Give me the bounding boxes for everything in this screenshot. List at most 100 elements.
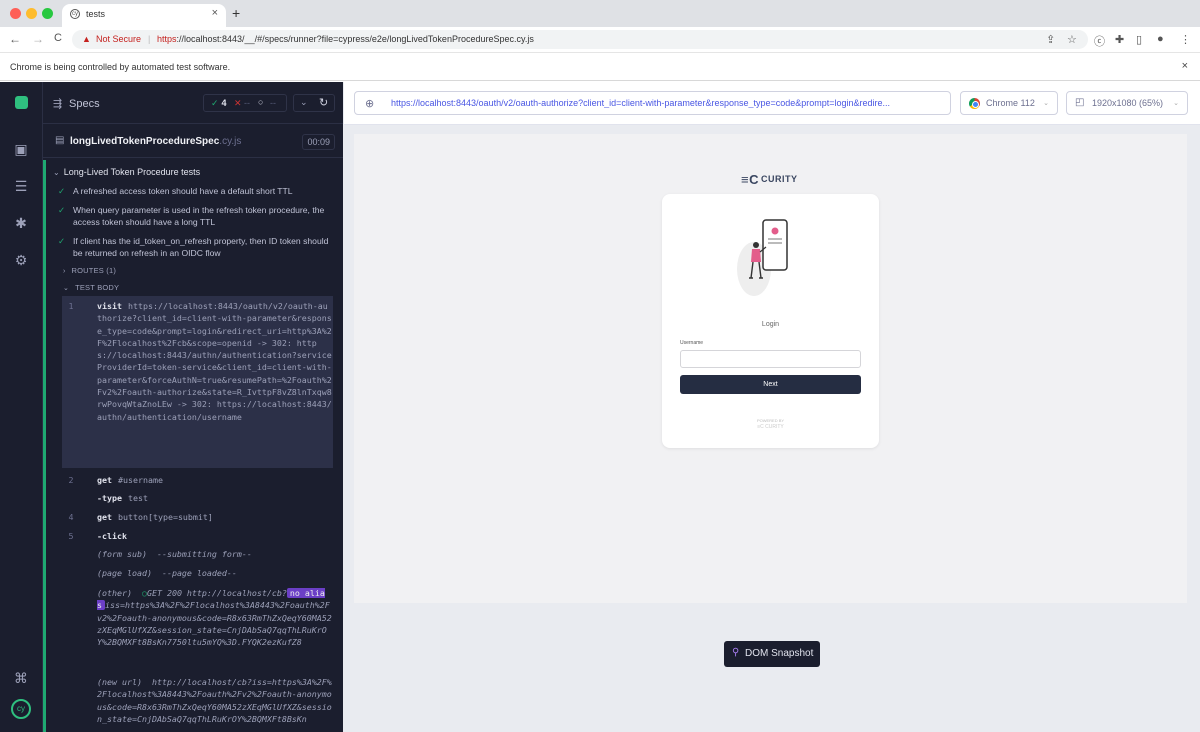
browser-selector[interactable]: Chrome 112 ⌄ xyxy=(960,91,1058,115)
cypress-project-icon[interactable] xyxy=(12,94,30,112)
phone-illustration-icon xyxy=(737,219,788,296)
dom-snapshot-label: DOM Snapshot xyxy=(745,648,814,659)
url-rest: ://localhost:8443/__/#/specs/runner?file… xyxy=(176,34,534,44)
side-panel-icon[interactable]: ▯ xyxy=(1136,33,1142,46)
separator: | xyxy=(148,34,151,44)
new-tab-button[interactable]: + xyxy=(232,5,240,21)
maximize-window-button[interactable] xyxy=(42,8,53,19)
pending-icon: ○ xyxy=(258,97,264,107)
command-arg: https://localhost:8443/oauth/v2/oauth-au… xyxy=(97,301,332,422)
failed-count: -- xyxy=(244,98,251,108)
command-row-visit[interactable]: 1 visit https://localhost:8443/oauth/v2/o… xyxy=(62,296,333,468)
test-item[interactable]: ✓ A refreshed access token should have a … xyxy=(58,185,343,197)
aut-url-bar[interactable]: ⊕ https://localhost:8443/oauth/v2/oauth-… xyxy=(354,91,951,115)
chevron-down-icon: ⌄ xyxy=(63,285,70,292)
routes-section-header[interactable]: › ROUTES (1) xyxy=(63,266,116,275)
command-number: 4 xyxy=(68,512,74,522)
rerun-icon[interactable]: ↻ xyxy=(319,96,328,109)
viewport-icon: ◰ xyxy=(1075,97,1085,108)
address-url[interactable]: https://localhost:8443/__/#/specs/runner… xyxy=(157,34,534,44)
infobar-text: Chrome is being controlled by automated … xyxy=(10,62,231,72)
test-item[interactable]: ✓ If client has the id_token_on_refresh p… xyxy=(58,235,331,259)
forward-icon[interactable]: → xyxy=(32,32,44,46)
check-icon: ✓ xyxy=(58,236,66,246)
reporter-header: ⇶ Specs ✓ 4 ✕ -- ○ -- ⌄ ↻ xyxy=(43,82,343,124)
event-text: --page loaded-- xyxy=(161,568,237,578)
event-text: --submitting form-- xyxy=(156,549,252,559)
specs-button[interactable]: Specs xyxy=(69,98,100,110)
aut-iframe: ≡C CURITY Login Username Next POWERED BY … xyxy=(354,134,1187,603)
test-item[interactable]: ✓ When query parameter is used in the ref… xyxy=(58,204,331,228)
security-label[interactable]: Not Secure xyxy=(96,34,141,44)
curity-logo: ≡C CURITY xyxy=(741,172,797,187)
minimize-window-button[interactable] xyxy=(26,8,37,19)
spec-basename: longLivedTokenProcedureSpec xyxy=(70,136,220,147)
browser-tab[interactable]: cy tests × xyxy=(62,4,226,27)
browser-toolbar: ← → C ▲ Not Secure | https://localhost:8… xyxy=(0,27,1200,52)
xhr-row[interactable]: (other) ○GET 200 http://localhost/cb? no … xyxy=(62,587,333,673)
command-number: 5 xyxy=(68,531,74,541)
profile-avatar-icon[interactable]: ● xyxy=(1157,33,1164,45)
curity-mark-icon: ≡C xyxy=(741,172,759,187)
infobar-close-icon[interactable]: × xyxy=(1182,60,1188,72)
kebab-menu-icon[interactable]: ⋮ xyxy=(1180,33,1191,46)
cypress-app: ▣ ☰ ✱ ⚙ ⌘ cy ⇶ Specs ✓ 4 ✕ -- ○ -- ⌄ ↻ ▤ … xyxy=(0,82,1200,732)
specs-nav-icon[interactable]: ▣ xyxy=(12,140,30,158)
debug-nav-icon[interactable]: ✱ xyxy=(12,214,30,232)
reload-icon[interactable]: C xyxy=(54,32,62,44)
login-title: Login xyxy=(761,321,780,328)
cypress-favicon-icon: cy xyxy=(70,9,80,19)
command-row-get[interactable]: 4 get button[type=submit] xyxy=(62,511,333,527)
cypress-extension-icon[interactable]: ⓒ xyxy=(1094,33,1105,49)
share-icon[interactable]: ⇪ xyxy=(1046,33,1055,46)
command-row-get[interactable]: 2 get #username xyxy=(62,474,333,490)
dom-snapshot-button[interactable]: ⚲ DOM Snapshot xyxy=(724,641,820,667)
file-icon: ▤ xyxy=(55,135,65,146)
pin-icon: ⚲ xyxy=(732,647,740,658)
xhr-text: GET 200 http://localhost/cb? xyxy=(146,588,287,598)
chrome-logo-icon xyxy=(969,98,980,109)
command-name: visit xyxy=(97,301,122,311)
bookmark-star-icon[interactable]: ☆ xyxy=(1067,33,1077,46)
address-bar[interactable]: ▲ Not Secure | https://localhost:8443/__… xyxy=(72,30,1088,49)
suite-title[interactable]: ⌄ Long-Lived Token Procedure tests xyxy=(53,167,200,177)
command-arg: button[type=submit] xyxy=(118,512,213,522)
suite-status-bar xyxy=(43,160,46,732)
powered-by-logo: ≡C CURITY xyxy=(662,424,879,430)
new-url-row[interactable]: (new url) http://localhost/cb?iss=https%… xyxy=(62,676,333,732)
chevron-right-icon: › xyxy=(63,268,66,275)
keyboard-shortcuts-icon[interactable]: ⌘ xyxy=(12,669,30,687)
reporter-controls: ⌄ ↻ xyxy=(293,94,335,112)
command-row-type[interactable]: -type test xyxy=(62,492,333,508)
test-body-section-header[interactable]: ⌄ TEST BODY xyxy=(63,283,119,292)
skipped-count: -- xyxy=(270,98,276,108)
event-row-form-sub[interactable]: (form sub) --submitting form-- xyxy=(62,548,333,564)
curity-brand: CURITY xyxy=(760,174,798,184)
viewport-selector[interactable]: ◰ 1920x1080 (65%) ⌄ xyxy=(1066,91,1188,115)
routes-label: ROUTES (1) xyxy=(71,266,117,275)
command-number: 2 xyxy=(68,475,74,485)
browser-name: Chrome 112 xyxy=(986,98,1035,108)
back-icon[interactable]: ← xyxy=(9,32,21,46)
next-button[interactable]: Next xyxy=(680,375,861,394)
event-label: (form sub) xyxy=(97,549,147,559)
tab-close-icon[interactable]: × xyxy=(212,7,218,19)
collapse-chevron-icon[interactable]: ⌄ xyxy=(300,97,308,108)
selector-playground-icon[interactable]: ⊕ xyxy=(365,97,374,110)
event-label: (page load) xyxy=(97,568,152,578)
runs-nav-icon[interactable]: ☰ xyxy=(12,177,30,195)
left-nav: ▣ ☰ ✱ ⚙ ⌘ cy xyxy=(0,82,43,732)
viewport-size: 1920x1080 (65%) xyxy=(1092,98,1164,108)
spec-duration: 00:09 xyxy=(302,134,335,150)
newurl-label: (new url) xyxy=(97,677,142,687)
username-input[interactable] xyxy=(680,350,861,368)
chevron-down-icon: ⌄ xyxy=(53,168,60,177)
close-window-button[interactable] xyxy=(10,8,21,19)
event-row-page-load[interactable]: (page load) --page loaded-- xyxy=(62,567,333,583)
settings-gear-icon[interactable]: ⚙ xyxy=(12,251,30,269)
extensions-puzzle-icon[interactable]: ✚ xyxy=(1115,33,1124,46)
command-row-click[interactable]: 5 -click xyxy=(62,530,333,546)
url-scheme: https xyxy=(157,34,177,44)
cypress-logo-icon[interactable]: cy xyxy=(11,699,31,719)
aut-url[interactable]: https://localhost:8443/oauth/v2/oauth-au… xyxy=(391,98,947,108)
